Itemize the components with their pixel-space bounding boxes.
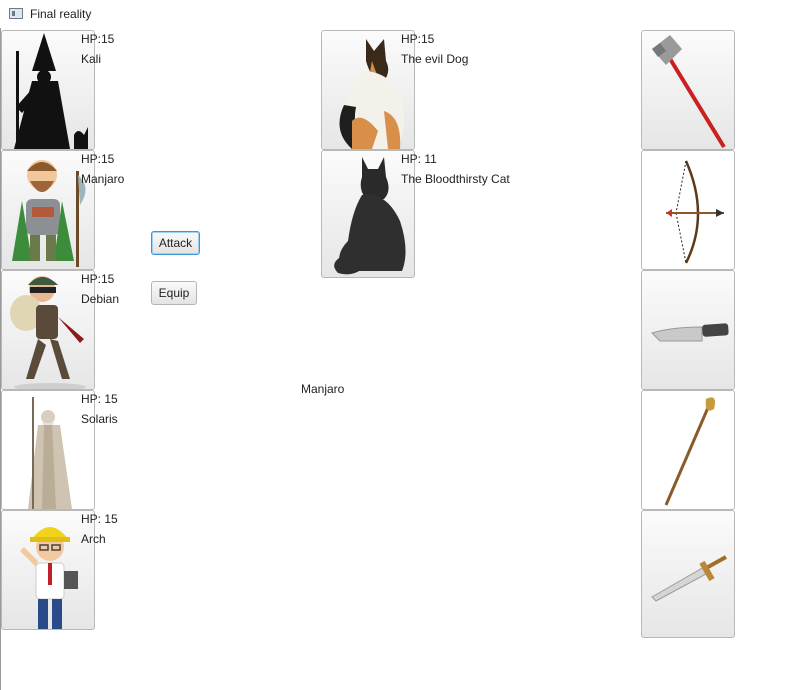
window-title: Final reality (30, 7, 92, 21)
weapon-card-staff[interactable] (641, 390, 735, 510)
weapon-card-sword[interactable] (641, 510, 735, 638)
axe-icon (652, 35, 726, 149)
attack-button[interactable]: Attack (151, 231, 200, 255)
party-name-solaris: Solaris (81, 412, 118, 426)
armored-dwarf-icon (12, 160, 86, 267)
dog-icon (339, 39, 404, 149)
party-name-manjaro: Manjaro (81, 172, 125, 186)
equip-button[interactable]: Equip (151, 281, 197, 305)
white-wizard-icon (28, 397, 72, 509)
enemy-name-cat: The Bloodthirsty Cat (401, 172, 510, 186)
party-card-arch[interactable] (1, 510, 95, 630)
party-hp-kali: HP:15 (81, 32, 115, 46)
party-name-arch: Arch (81, 532, 106, 546)
knife-icon (651, 323, 729, 342)
weapon-card-axe[interactable] (641, 30, 735, 150)
party-name-debian: Debian (81, 292, 120, 306)
weapon-card-knife[interactable] (641, 270, 735, 390)
enemy-hp-dog: HP:15 (401, 32, 435, 46)
party-hp-solaris: HP: 15 (81, 392, 118, 406)
party-hp-debian: HP:15 (81, 272, 115, 286)
enemy-name-dog: The evil Dog (401, 52, 469, 66)
bow-icon (666, 160, 724, 264)
party-card-debian[interactable] (1, 270, 95, 390)
enemy-hp-cat: HP: 11 (401, 152, 437, 166)
dark-wizard-icon (14, 33, 88, 149)
cat-icon (334, 157, 406, 275)
staff-icon (664, 397, 715, 506)
party-hp-manjaro: HP:15 (81, 152, 115, 166)
party-name-kali: Kali (81, 52, 102, 66)
enemy-card-dog[interactable] (321, 30, 415, 150)
selected-character-label: Manjaro (301, 382, 345, 396)
engineer-icon (20, 527, 78, 629)
party-card-kali[interactable] (1, 30, 95, 150)
thief-icon (10, 276, 86, 389)
party-card-manjaro[interactable] (1, 150, 95, 270)
weapon-card-bow[interactable] (641, 150, 735, 270)
sword-icon (651, 555, 727, 602)
party-hp-arch: HP: 15 (81, 512, 118, 526)
enemy-card-cat[interactable] (321, 150, 415, 278)
title-bar: Final reality (0, 0, 785, 28)
party-card-solaris[interactable] (1, 390, 95, 510)
app-icon (9, 8, 23, 19)
